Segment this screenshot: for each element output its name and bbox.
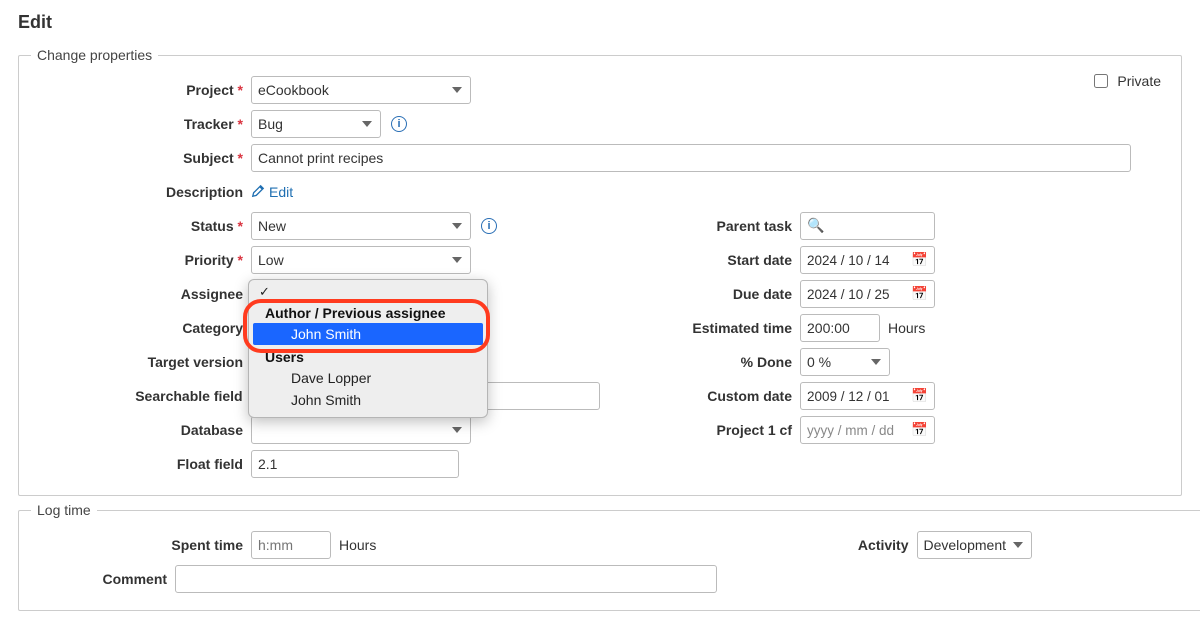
dropdown-group-header: Users: [249, 345, 487, 367]
project-select[interactable]: eCookbook: [251, 76, 471, 104]
calendar-icon: 📅: [911, 252, 928, 268]
label-estimated-time: Estimated time: [600, 320, 800, 336]
status-select[interactable]: New: [251, 212, 471, 240]
label-description: Description: [31, 184, 251, 200]
legend-change-properties: Change properties: [31, 47, 158, 63]
percent-done-select[interactable]: 0 %: [800, 348, 890, 376]
spent-time-input[interactable]: [251, 531, 331, 559]
page-title: Edit: [18, 12, 1182, 33]
dropdown-option[interactable]: John Smith: [249, 389, 487, 411]
priority-select[interactable]: Low: [251, 246, 471, 274]
label-subject: Subject *: [31, 150, 251, 166]
label-percent-done: % Done: [600, 354, 800, 370]
calendar-icon: 📅: [911, 286, 928, 302]
label-tracker: Tracker *: [31, 116, 251, 132]
hours-suffix: Hours: [888, 320, 925, 336]
fieldset-log-time: Log time Spent time Hours Comment Activi…: [18, 502, 1200, 611]
private-label: Private: [1117, 73, 1161, 89]
dropdown-option[interactable]: John Smith: [253, 323, 483, 345]
label-spent-time: Spent time: [31, 537, 251, 553]
label-status: Status *: [31, 218, 251, 234]
label-project: Project *: [31, 82, 251, 98]
info-icon[interactable]: i: [391, 116, 407, 132]
fieldset-change-properties: Change properties Private Project * eCoo…: [18, 47, 1182, 496]
label-parent-task: Parent task: [600, 218, 800, 234]
legend-log-time: Log time: [31, 502, 97, 518]
private-checkbox-wrap: Private: [1090, 71, 1161, 91]
calendar-icon: 📅: [911, 422, 928, 438]
float-field-input[interactable]: [251, 450, 459, 478]
due-date-input[interactable]: 2024 / 10 / 25📅: [800, 280, 935, 308]
estimated-time-input[interactable]: [800, 314, 880, 342]
label-due-date: Due date: [600, 286, 800, 302]
label-comment: Comment: [31, 571, 175, 587]
info-icon[interactable]: i: [481, 218, 497, 234]
label-custom-date: Custom date: [600, 388, 800, 404]
dropdown-option[interactable]: Dave Lopper: [249, 367, 487, 389]
label-searchable-field: Searchable field: [31, 388, 251, 404]
label-start-date: Start date: [600, 252, 800, 268]
calendar-icon: 📅: [911, 388, 928, 404]
description-edit-link[interactable]: Edit: [251, 184, 293, 201]
label-priority: Priority *: [31, 252, 251, 268]
dropdown-checked-row[interactable]: ✓: [249, 284, 487, 301]
pencil-icon: [251, 184, 265, 201]
project1cf-input[interactable]: yyyy / mm / dd📅: [800, 416, 935, 444]
start-date-input[interactable]: 2024 / 10 / 14📅: [800, 246, 935, 274]
label-assignee: Assignee: [31, 286, 251, 302]
label-target-version: Target version: [31, 354, 251, 370]
assignee-dropdown-popup[interactable]: ✓ Author / Previous assignee John Smith …: [248, 279, 488, 418]
label-project1cf: Project 1 cf: [600, 422, 800, 438]
custom-date-input[interactable]: 2009 / 12 / 01📅: [800, 382, 935, 410]
subject-input[interactable]: [251, 144, 1131, 172]
hours-suffix: Hours: [339, 537, 376, 553]
search-icon: 🔍: [807, 217, 824, 233]
tracker-select[interactable]: Bug: [251, 110, 381, 138]
database-select[interactable]: [251, 416, 471, 444]
label-database: Database: [31, 422, 251, 438]
private-checkbox[interactable]: [1094, 74, 1108, 88]
dropdown-group-header: Author / Previous assignee: [249, 301, 487, 323]
activity-select[interactable]: Development: [917, 531, 1032, 559]
parent-task-input[interactable]: 🔍: [800, 212, 935, 240]
comment-input[interactable]: [175, 565, 716, 593]
label-float-field: Float field: [31, 456, 251, 472]
label-activity: Activity: [717, 537, 917, 553]
label-category: Category: [31, 320, 251, 336]
